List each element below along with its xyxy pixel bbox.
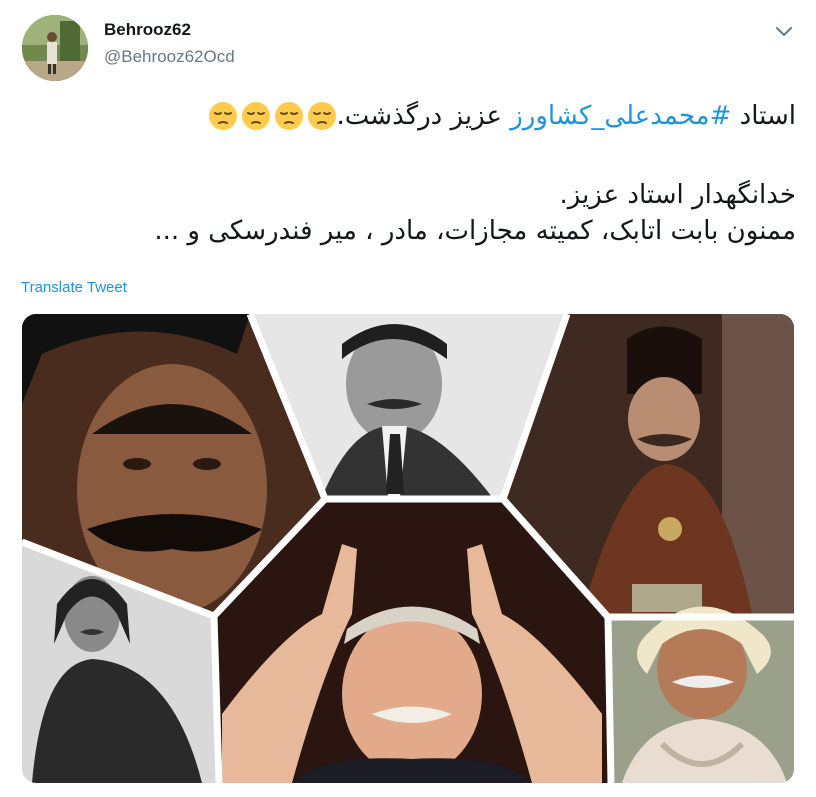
tweet-line-2: خدانگهدار استاد عزیز. [559, 180, 796, 210]
tweet-text-part: عزیز درگذشت. [336, 101, 511, 131]
pensive-face-icon [307, 101, 337, 141]
translate-tweet-link[interactable]: Translate Tweet [21, 279, 127, 296]
tweet-text-part: استاد [731, 101, 796, 131]
pensive-face-icon [208, 101, 238, 141]
tweet-author: Behrooz62 @Behrooz62Ocd [104, 20, 235, 67]
tweet-text: استاد #محمدعلی_کشاورز عزیز درگذشت. خدانگ… [96, 98, 796, 249]
tweet-media-image[interactable] [22, 314, 794, 783]
tweet-line-3: ممنون بابت اتابک، کمیته مجازات، مادر ، م… [154, 216, 796, 246]
pensive-face-icon [274, 101, 304, 141]
portrait-bottom-right [607, 606, 794, 783]
avatar[interactable] [22, 15, 88, 81]
display-name[interactable]: Behrooz62 [104, 20, 235, 40]
hashtag-link[interactable]: #محمدعلی_کشاورز [510, 101, 731, 131]
user-handle[interactable]: @Behrooz62Ocd [104, 47, 235, 67]
tweet-line-1: استاد #محمدعلی_کشاورز عزیز درگذشت. [96, 98, 796, 141]
pensive-face-icon [241, 101, 271, 141]
chevron-down-icon[interactable] [772, 22, 796, 42]
